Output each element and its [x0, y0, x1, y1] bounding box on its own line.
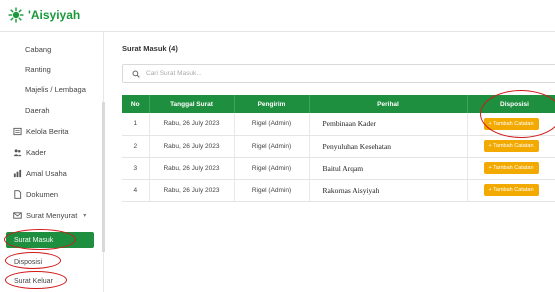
- main-content: Surat Masuk (4) No Tanggal Surat Pengiri…: [110, 32, 555, 292]
- table-row: 3 Rabu, 26 July 2023 Rigel (Admin) Baitu…: [122, 157, 555, 180]
- sidebar-item-label: Ranting: [25, 64, 51, 74]
- cell-tanggal: Rabu, 26 July 2023: [149, 113, 235, 136]
- cell-tanggal: Rabu, 26 July 2023: [149, 179, 235, 202]
- sidebar-item-surat-menyurat[interactable]: Surat Menyurat ▾: [0, 206, 104, 224]
- chart-icon: [13, 169, 22, 178]
- cell-perihal: Rakornas Aisyiyah: [309, 179, 468, 202]
- cell-perihal: Pembinaan Kader: [309, 113, 468, 136]
- column-header-perihal[interactable]: Perihal: [309, 95, 468, 113]
- sidebar-item-majelis-lembaga[interactable]: Majelis / Lembaga: [0, 80, 104, 98]
- column-header-pengirim[interactable]: Pengirim: [234, 95, 310, 113]
- cell-disposisi: + Tambah Catatan: [467, 135, 555, 158]
- chevron-down-icon: ▾: [83, 212, 87, 219]
- news-icon: [13, 127, 22, 136]
- cell-no: 3: [122, 157, 150, 180]
- cell-pengirim: Rigel (Admin): [234, 113, 310, 136]
- sidebar-item-ranting[interactable]: Ranting: [0, 60, 104, 78]
- cell-no: 2: [122, 135, 150, 158]
- sidebar-item-label: Cabang: [25, 44, 52, 54]
- sidebar-item-daerah[interactable]: Daerah: [0, 101, 104, 119]
- cell-tanggal: Rabu, 26 July 2023: [149, 157, 235, 180]
- top-bar: 'Aisyiyah: [0, 0, 555, 32]
- tambah-catatan-button[interactable]: + Tambah Catatan: [483, 184, 539, 196]
- sidebar-item-dokumen[interactable]: Dokumen: [0, 185, 104, 203]
- sidebar-item-label: Daerah: [25, 105, 50, 115]
- cell-pengirim: Rigel (Admin): [234, 179, 310, 202]
- users-icon: [13, 148, 22, 157]
- cell-disposisi: + Tambah Catatan: [467, 179, 555, 202]
- annotation-circle-disposisi: [5, 252, 61, 269]
- brand-logo[interactable]: 'Aisyiyah: [8, 7, 80, 23]
- cell-no: 1: [122, 113, 150, 136]
- mail-icon: [13, 211, 22, 220]
- sun-logo-icon: [8, 7, 24, 23]
- sidebar-item-label: Surat Menyurat: [26, 210, 78, 220]
- sidebar-item-label: Dokumen: [26, 189, 59, 199]
- column-header-tanggal-surat[interactable]: Tanggal Surat: [149, 95, 235, 113]
- cell-no: 4: [122, 179, 150, 202]
- brand-name: 'Aisyiyah: [28, 8, 81, 22]
- table-row: 4 Rabu, 26 July 2023 Rigel (Admin) Rakor…: [122, 179, 555, 202]
- sidebar-item-kader[interactable]: Kader: [0, 143, 104, 161]
- sidebar: Cabang Ranting Majelis / Lembaga Daerah …: [0, 32, 105, 292]
- sidebar-item-kelola-berita[interactable]: Kelola Berita: [0, 122, 104, 140]
- sidebar-item-label: Kader: [26, 147, 47, 157]
- sidebar-item-amal-usaha[interactable]: Amal Usaha: [0, 164, 104, 182]
- cell-perihal: Baitul Arqam: [309, 157, 468, 180]
- cell-pengirim: Rigel (Admin): [234, 135, 310, 158]
- column-header-no[interactable]: No: [122, 95, 150, 113]
- tambah-catatan-button[interactable]: + Tambah Catatan: [483, 140, 539, 152]
- sidebar-item-label: Majelis / Lembaga: [25, 84, 86, 94]
- sidebar-item-label: Kelola Berita: [26, 126, 69, 136]
- table-row: 2 Rabu, 26 July 2023 Rigel (Admin) Penyu…: [122, 135, 555, 158]
- tambah-catatan-button[interactable]: + Tambah Catatan: [483, 162, 539, 174]
- search-input[interactable]: [146, 70, 346, 77]
- annotation-circle-disposisi-column: [480, 90, 555, 138]
- cell-perihal: Penyuluhan Kesehatan: [309, 135, 468, 158]
- sidebar-item-cabang[interactable]: Cabang: [0, 40, 104, 58]
- document-icon: [13, 189, 22, 199]
- cell-disposisi: + Tambah Catatan: [467, 157, 555, 180]
- search-box[interactable]: [122, 64, 555, 83]
- sidebar-item-label: Amal Usaha: [26, 168, 67, 178]
- cell-tanggal: Rabu, 26 July 2023: [149, 135, 235, 158]
- cell-pengirim: Rigel (Admin): [234, 157, 310, 180]
- annotation-circle-surat-masuk: [4, 229, 76, 250]
- page-title: Surat Masuk (4): [122, 44, 178, 53]
- search-icon: [132, 65, 140, 83]
- annotation-circle-surat-keluar: [5, 271, 67, 289]
